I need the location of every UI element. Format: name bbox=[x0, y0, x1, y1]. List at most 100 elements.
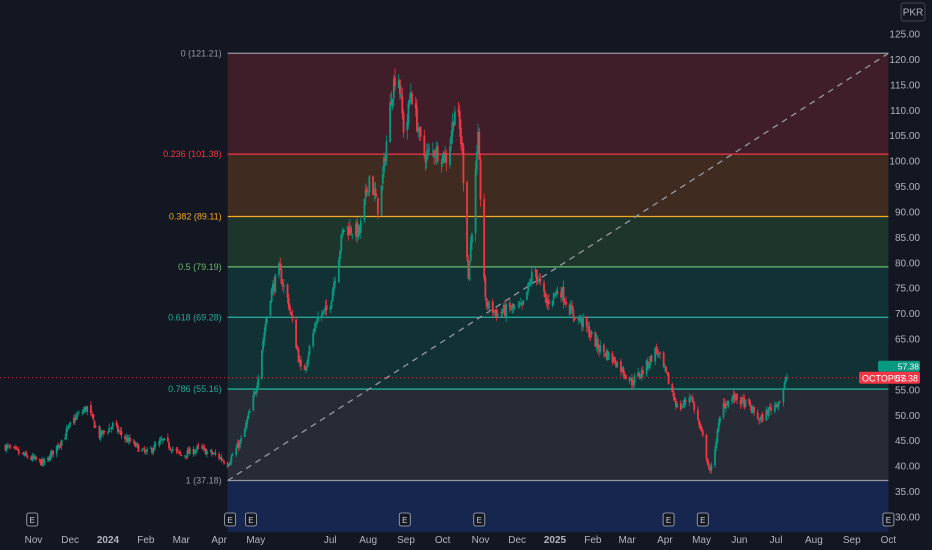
candle-body bbox=[86, 406, 89, 412]
candle-body bbox=[700, 426, 703, 431]
candle-body bbox=[280, 269, 283, 284]
earnings-marker[interactable]: E bbox=[224, 512, 237, 527]
candle-body bbox=[286, 284, 289, 298]
candle-body bbox=[248, 410, 251, 414]
candle-body bbox=[223, 461, 225, 464]
candle-body bbox=[296, 347, 299, 350]
candle-body bbox=[744, 399, 747, 407]
earnings-marker[interactable]: E bbox=[26, 512, 39, 527]
candle-body bbox=[474, 169, 477, 234]
earnings-marker[interactable]: E bbox=[882, 512, 895, 527]
candle-body bbox=[786, 377, 788, 379]
candle-body bbox=[260, 350, 263, 379]
candle-body bbox=[295, 319, 297, 348]
candle-body bbox=[15, 447, 18, 449]
candle-body bbox=[501, 311, 504, 315]
candle-body bbox=[94, 426, 97, 428]
price-chart[interactable]: 0 (121.21) 0.236 (101.38) 0.382 (89.11) 0.5… bbox=[0, 0, 932, 550]
candle-body bbox=[665, 366, 668, 372]
candle-body bbox=[631, 378, 633, 386]
candle-body bbox=[257, 377, 260, 387]
earnings-marker[interactable]: E bbox=[473, 512, 486, 527]
candle-body bbox=[119, 430, 122, 432]
candle-body bbox=[77, 412, 80, 414]
candle-body bbox=[320, 314, 323, 318]
earnings-marker[interactable]: E bbox=[662, 512, 675, 527]
candle-body bbox=[118, 431, 120, 433]
last-price-label: 57.38 bbox=[895, 373, 918, 383]
candle-body bbox=[330, 300, 333, 308]
candle-body bbox=[769, 406, 771, 408]
candle-body bbox=[440, 162, 443, 164]
candle-body bbox=[163, 438, 166, 440]
price-axis-label: 65.00 bbox=[895, 335, 920, 346]
earnings-marker-label: E bbox=[248, 516, 253, 525]
candle-body bbox=[339, 250, 341, 260]
candle-body bbox=[166, 437, 169, 442]
candle-body bbox=[783, 382, 786, 389]
time-axis-label: Nov bbox=[472, 535, 490, 546]
candle-body bbox=[522, 300, 525, 305]
earnings-marker[interactable]: E bbox=[696, 512, 709, 527]
candle-body bbox=[212, 453, 214, 455]
candle-body bbox=[220, 457, 223, 461]
candle-body bbox=[235, 447, 238, 455]
candle-body bbox=[402, 112, 405, 133]
candle-body bbox=[65, 428, 68, 437]
candle-body bbox=[300, 359, 302, 367]
candle-body bbox=[471, 233, 473, 244]
candle-body bbox=[263, 332, 266, 341]
candle-body bbox=[599, 345, 602, 352]
candle-body bbox=[416, 107, 418, 132]
time-axis-label: Oct bbox=[881, 535, 897, 546]
candle-body bbox=[176, 449, 179, 451]
candle-body bbox=[203, 447, 206, 449]
candle-body bbox=[748, 398, 751, 404]
candle-body bbox=[389, 102, 392, 143]
candle-body bbox=[26, 455, 29, 458]
candle-body bbox=[394, 77, 396, 87]
candle-body bbox=[110, 427, 113, 429]
candle-body bbox=[196, 446, 199, 450]
candle-body bbox=[622, 367, 625, 375]
candle-body bbox=[210, 450, 213, 454]
fib-level-label: 0 (121.21) bbox=[181, 48, 222, 58]
candle-body bbox=[374, 188, 377, 196]
candle-body bbox=[231, 455, 234, 456]
time-axis-label: Aug bbox=[805, 535, 823, 546]
candle-body bbox=[289, 306, 291, 311]
candle-body bbox=[607, 352, 610, 360]
candle-body bbox=[562, 286, 565, 302]
candle-body bbox=[317, 316, 319, 322]
candle-body bbox=[158, 441, 161, 446]
candle-body bbox=[596, 338, 599, 349]
candle-body bbox=[469, 242, 472, 261]
currency-label: PKR bbox=[903, 8, 924, 19]
earnings-marker[interactable]: E bbox=[398, 512, 411, 527]
price-axis-label: 85.00 bbox=[895, 233, 920, 244]
candle-body bbox=[727, 400, 730, 406]
candle-body bbox=[436, 146, 439, 162]
fib-level-label: 0.5 (79.19) bbox=[178, 262, 222, 272]
candle-body bbox=[252, 395, 255, 411]
fib-zone-1 bbox=[227, 480, 889, 532]
candle-body bbox=[153, 444, 156, 451]
candle-body bbox=[265, 316, 268, 324]
candle-body bbox=[425, 151, 428, 162]
time-axis-label: Dec bbox=[508, 535, 526, 546]
candle-body bbox=[547, 299, 550, 305]
candle-body bbox=[315, 321, 318, 324]
candle-body bbox=[8, 445, 10, 447]
candle-body bbox=[380, 185, 383, 216]
candle-body bbox=[458, 111, 461, 129]
candle-body bbox=[306, 361, 308, 368]
candle-body bbox=[411, 93, 414, 105]
earnings-marker[interactable]: E bbox=[244, 512, 257, 527]
candle-body bbox=[773, 404, 776, 412]
candle-body bbox=[206, 451, 208, 455]
candle-body bbox=[64, 437, 67, 440]
candle-body bbox=[767, 407, 770, 416]
time-axis-label: Mar bbox=[173, 535, 191, 546]
candle-body bbox=[377, 198, 379, 215]
candle-body bbox=[5, 445, 8, 451]
